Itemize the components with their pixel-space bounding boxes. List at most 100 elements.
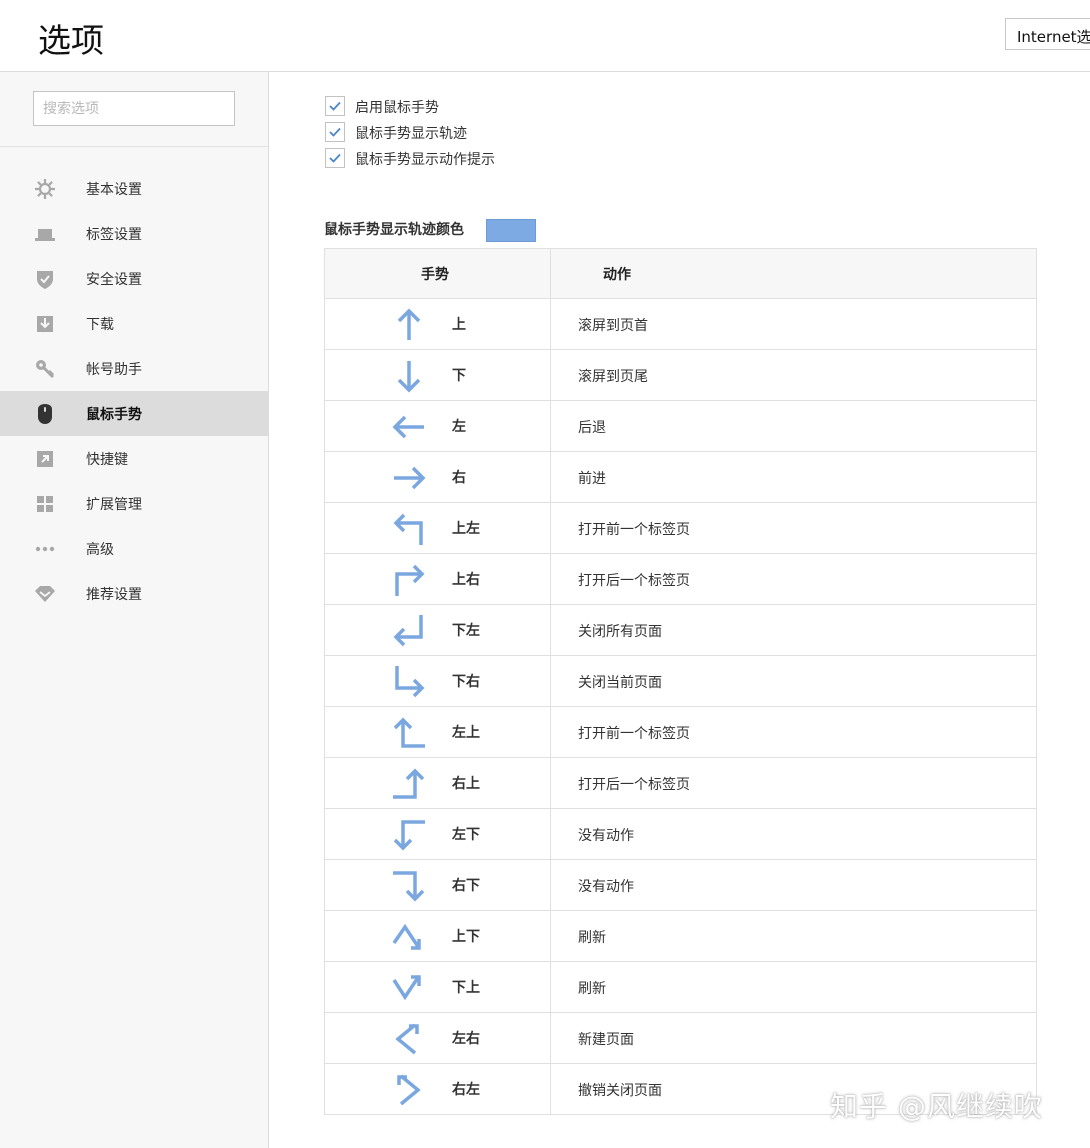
tab-icon	[35, 229, 55, 241]
gesture-direction: 右下	[452, 878, 480, 894]
gesture-action: 关闭所有页面	[578, 624, 662, 640]
sidebar-item-label: 快捷键	[86, 452, 128, 468]
sidebar-item-recommended[interactable]: 推荐设置	[0, 571, 268, 616]
gesture-action: 后退	[578, 420, 606, 436]
arrow-up-left-icon	[393, 513, 423, 545]
check-icon	[329, 127, 341, 137]
mouse-icon	[38, 404, 52, 424]
gesture-direction: 下	[452, 368, 466, 384]
sidebar-item-label: 鼠标手势	[86, 407, 142, 423]
arrow-left-icon	[392, 415, 424, 439]
gesture-action: 打开前一个标签页	[578, 522, 690, 538]
checkbox-show-action-hint[interactable]	[325, 148, 345, 168]
gesture-direction: 左右	[452, 1031, 480, 1047]
sidebar-item-label: 扩展管理	[86, 497, 142, 513]
arrow-left-down-icon	[393, 820, 425, 851]
shortcut-icon	[37, 451, 53, 467]
arrow-right-up-icon	[393, 768, 425, 799]
sidebar-item-extensions[interactable]: 扩展管理	[0, 481, 268, 526]
watermark: 知乎 @风继续吹	[830, 1090, 1043, 1123]
option-label: 启用鼠标手势	[355, 100, 439, 116]
sidebar-item-label: 基本设置	[86, 182, 142, 198]
arrow-down-left-icon	[393, 615, 423, 647]
table-row: 右下 没有动作	[325, 860, 1036, 911]
table-row: 下左 关闭所有页面	[325, 605, 1036, 656]
gesture-direction: 上右	[452, 572, 480, 588]
extensions-icon	[37, 496, 53, 512]
gesture-action: 新建页面	[578, 1032, 634, 1048]
sidebar-item-label: 高级	[86, 542, 114, 558]
table-row: 上右 打开后一个标签页	[325, 554, 1036, 605]
gesture-action: 滚屏到页尾	[578, 369, 648, 385]
arrow-down-icon	[397, 361, 421, 393]
gesture-direction: 下左	[452, 623, 480, 639]
gesture-action: 打开后一个标签页	[578, 777, 690, 793]
checkbox-enable-gestures[interactable]	[325, 96, 345, 116]
arrow-up-down-icon	[392, 923, 421, 950]
sidebar-item-label: 标签设置	[86, 227, 142, 243]
gesture-action: 打开后一个标签页	[578, 573, 690, 589]
sidebar-item-label: 推荐设置	[86, 587, 142, 603]
diamond-icon	[35, 586, 55, 602]
sidebar-item-advanced[interactable]: 高级	[0, 526, 268, 571]
arrow-right-down-icon	[393, 871, 425, 902]
table-header: 手势 动作	[325, 249, 1036, 299]
gesture-action: 没有动作	[578, 828, 634, 844]
arrow-down-right-icon	[395, 666, 425, 698]
sidebar-item-label: 下载	[86, 317, 114, 333]
table-row: 左上 打开前一个标签页	[325, 707, 1036, 758]
sidebar-item-label: 安全设置	[86, 272, 142, 288]
table-row: 左 后退	[325, 401, 1036, 452]
table-row: 上下 刷新	[325, 911, 1036, 962]
sidebar-item-security[interactable]: 安全设置	[0, 256, 268, 301]
gesture-action: 滚屏到页首	[578, 318, 648, 334]
gesture-direction: 右	[452, 470, 466, 486]
option-label: 鼠标手势显示动作提示	[355, 152, 495, 168]
checkbox-show-trail[interactable]	[325, 122, 345, 142]
gesture-direction: 下上	[452, 980, 480, 996]
arrow-left-up-icon	[393, 717, 425, 748]
arrow-left-right-icon	[395, 1023, 419, 1055]
sidebar-item-mouse-gestures[interactable]: 鼠标手势	[0, 391, 268, 436]
table-row: 左右 新建页面	[325, 1013, 1036, 1064]
table-row: 下右 关闭当前页面	[325, 656, 1036, 707]
check-icon	[329, 101, 341, 111]
gesture-action: 前进	[578, 471, 606, 487]
sidebar: 基本设置 标签设置 安全设置 下载 帐号助手	[0, 72, 269, 1148]
more-icon	[35, 546, 55, 552]
gesture-direction: 左下	[452, 827, 480, 843]
gesture-action: 撤销关闭页面	[578, 1083, 662, 1099]
gesture-action: 打开前一个标签页	[578, 726, 690, 742]
column-header-action: 动作	[603, 267, 631, 283]
sidebar-item-basic[interactable]: 基本设置	[0, 166, 268, 211]
column-header-gesture: 手势	[421, 267, 449, 283]
gesture-direction: 上左	[452, 521, 480, 537]
gesture-direction: 下右	[452, 674, 480, 690]
sidebar-item-download[interactable]: 下载	[0, 301, 268, 346]
sidebar-item-shortcuts[interactable]: 快捷键	[0, 436, 268, 481]
sidebar-item-account[interactable]: 帐号助手	[0, 346, 268, 391]
search-input[interactable]	[33, 91, 235, 126]
download-icon	[37, 316, 53, 332]
option-label: 鼠标手势显示轨迹	[355, 126, 467, 142]
page-title: 选项	[38, 21, 104, 60]
table-row: 上 滚屏到页首	[325, 299, 1036, 350]
gear-icon	[35, 179, 55, 199]
check-icon	[329, 153, 341, 163]
arrow-down-up-icon	[392, 975, 421, 1001]
sidebar-item-tabs[interactable]: 标签设置	[0, 211, 268, 256]
internet-options-button[interactable]: Internet选	[1005, 18, 1090, 50]
gesture-direction: 左	[452, 419, 466, 435]
trail-color-swatch[interactable]	[486, 219, 536, 242]
table-row: 右 前进	[325, 452, 1036, 503]
search-area	[0, 72, 268, 147]
gesture-action: 没有动作	[578, 879, 634, 895]
arrow-right-icon	[394, 466, 426, 490]
table-row: 上左 打开前一个标签页	[325, 503, 1036, 554]
trail-color-label: 鼠标手势显示轨迹颜色	[324, 222, 464, 238]
gesture-direction: 上	[452, 317, 466, 333]
shield-icon	[37, 271, 53, 289]
sidebar-item-label: 帐号助手	[86, 362, 142, 378]
arrow-up-icon	[397, 308, 421, 340]
gesture-direction: 上下	[452, 929, 480, 945]
